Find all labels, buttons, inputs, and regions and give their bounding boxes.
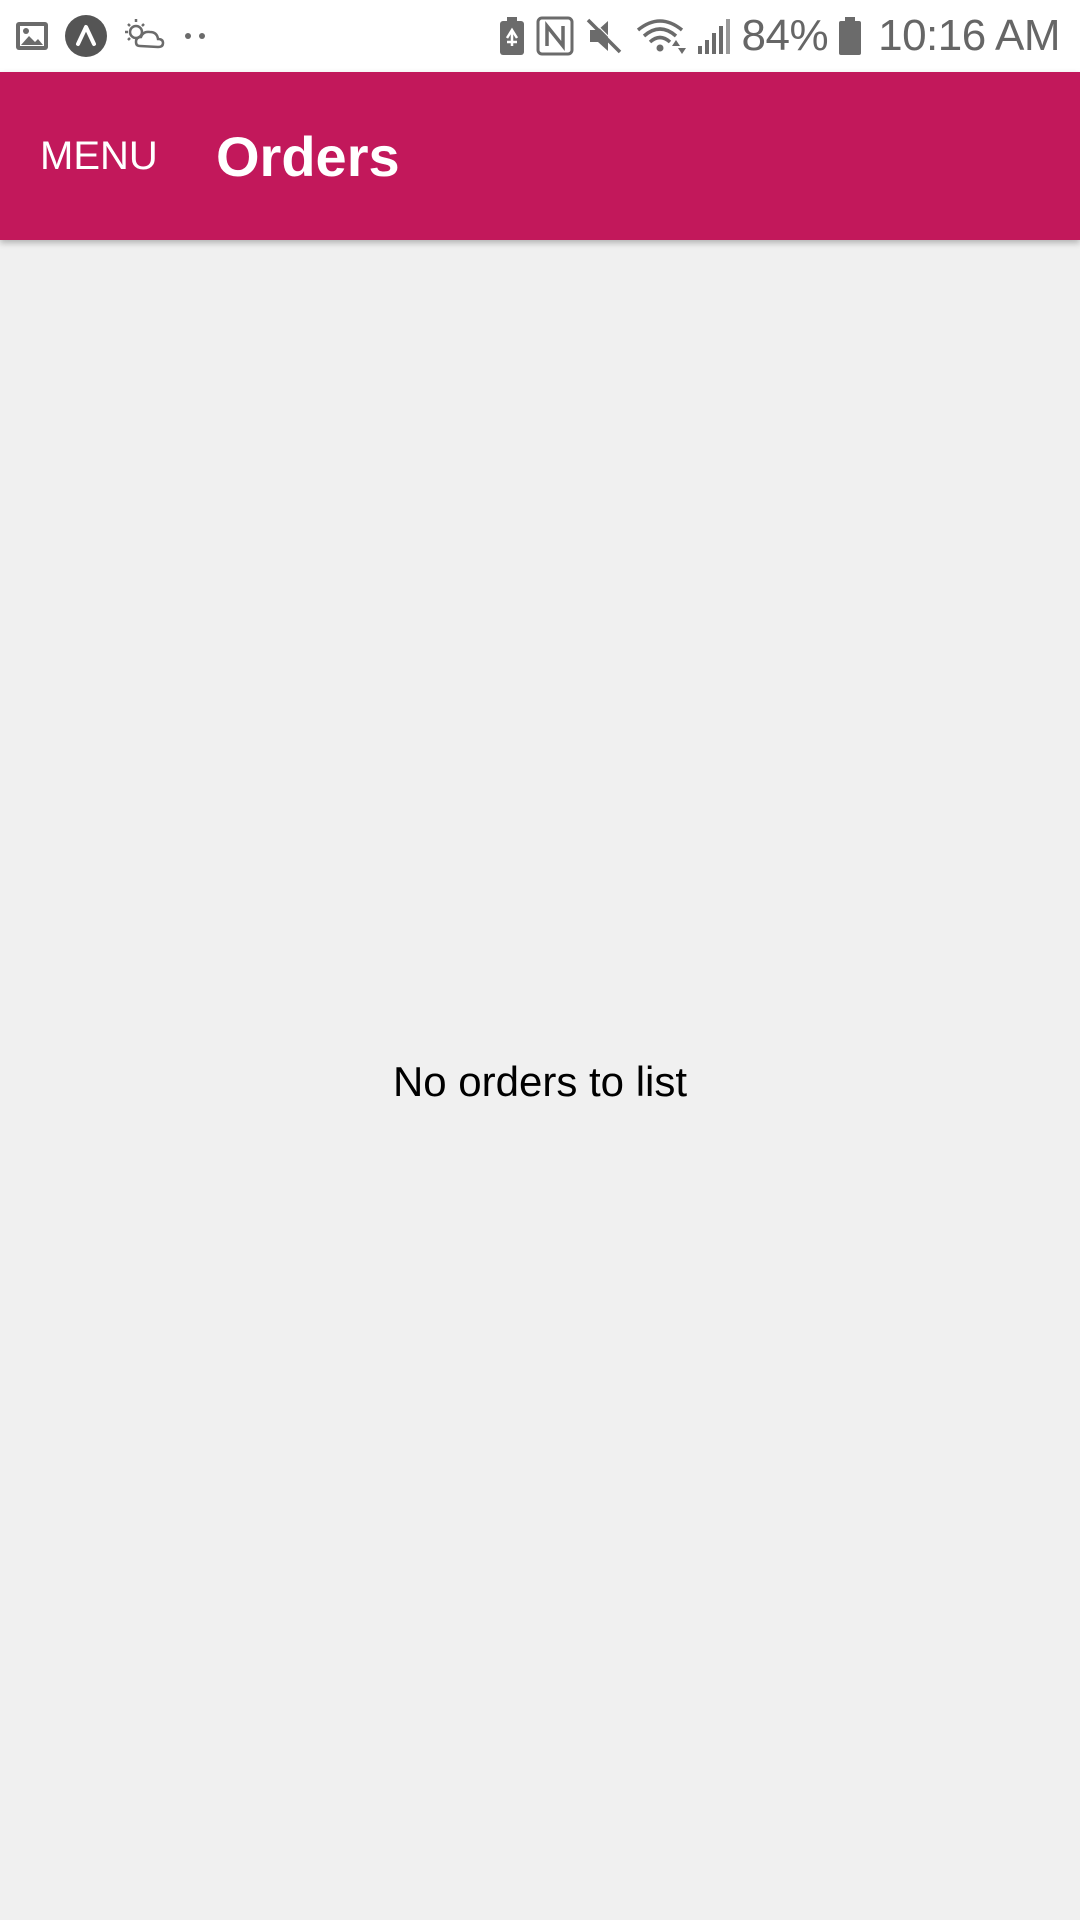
page-title: Orders xyxy=(216,124,400,188)
weather-icon xyxy=(122,16,166,56)
nfc-icon xyxy=(536,16,574,56)
signal-icon xyxy=(696,16,732,56)
gallery-icon xyxy=(14,18,50,54)
more-dots-icon xyxy=(180,26,210,46)
status-bar: 84% 10:16 AM xyxy=(0,0,1080,72)
status-bar-left xyxy=(14,0,224,72)
battery-icon xyxy=(838,16,862,56)
mute-icon xyxy=(584,16,624,56)
status-bar-right: 84% 10:16 AM xyxy=(498,0,1060,72)
app-bar: MENU Orders xyxy=(0,72,1080,240)
menu-button[interactable]: MENU xyxy=(40,72,158,240)
battery-saver-icon xyxy=(498,16,526,56)
wifi-icon xyxy=(634,16,686,56)
app-circle-icon xyxy=(64,14,108,58)
orders-list-area: No orders to list xyxy=(0,240,1080,1920)
empty-state-message: No orders to list xyxy=(392,1058,688,1105)
battery-percent: 84% xyxy=(741,11,829,60)
status-time: 10:16 AM xyxy=(878,11,1060,60)
